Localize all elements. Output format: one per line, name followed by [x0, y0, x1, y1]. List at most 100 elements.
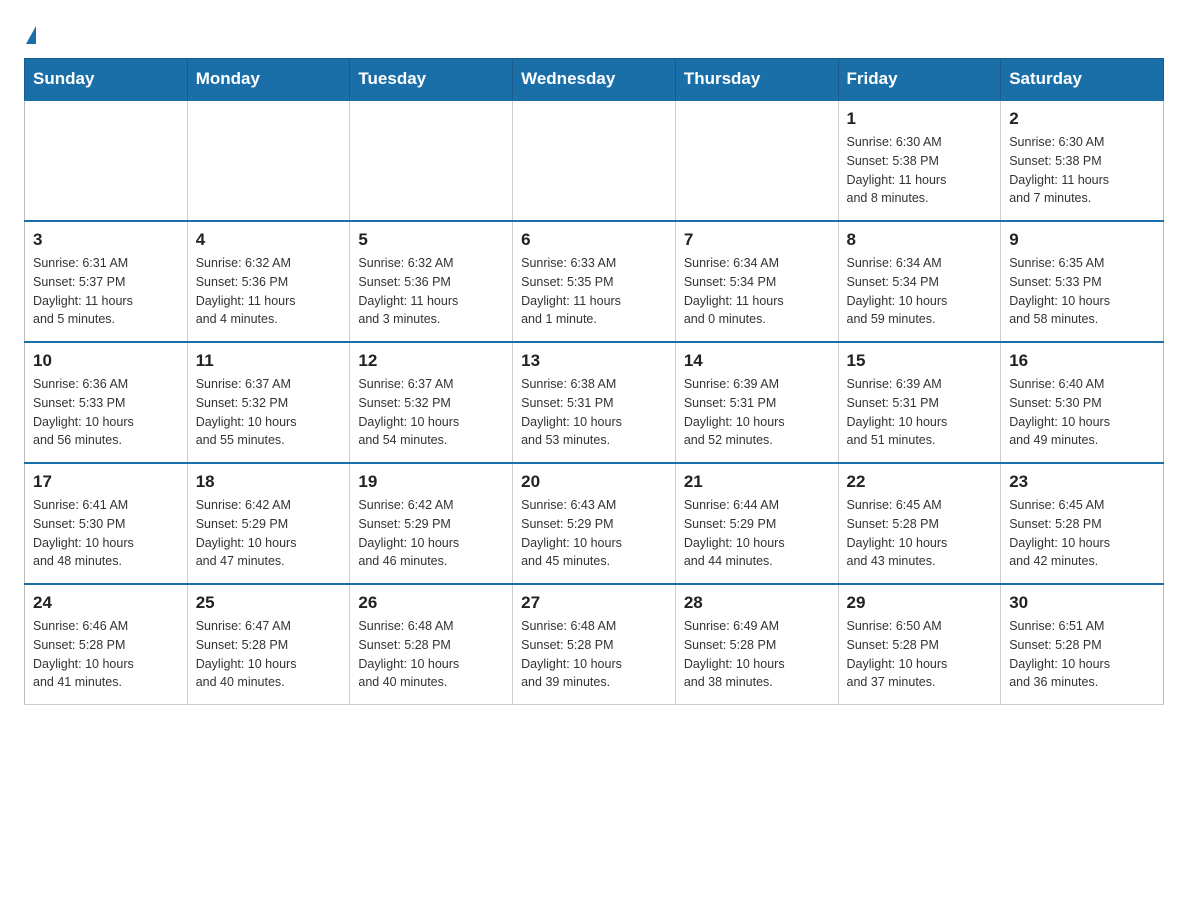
day-info: Sunrise: 6:48 AMSunset: 5:28 PMDaylight:… — [358, 617, 504, 692]
day-number: 6 — [521, 230, 667, 250]
cell-week3-day2: 12 Sunrise: 6:37 AMSunset: 5:32 PMDayligh… — [350, 342, 513, 463]
week-row-3: 10 Sunrise: 6:36 AMSunset: 5:33 PMDayligh… — [25, 342, 1164, 463]
day-number: 9 — [1009, 230, 1155, 250]
logo — [24, 24, 36, 42]
day-number: 20 — [521, 472, 667, 492]
day-number: 7 — [684, 230, 830, 250]
day-info: Sunrise: 6:32 AMSunset: 5:36 PMDaylight:… — [358, 254, 504, 329]
cell-week5-day2: 26 Sunrise: 6:48 AMSunset: 5:28 PMDayligh… — [350, 584, 513, 705]
cell-week2-day5: 8 Sunrise: 6:34 AMSunset: 5:34 PMDaylight… — [838, 221, 1001, 342]
cell-week1-day5: 1 Sunrise: 6:30 AMSunset: 5:38 PMDaylight… — [838, 100, 1001, 221]
day-number: 26 — [358, 593, 504, 613]
logo-triangle-icon — [26, 26, 36, 44]
cell-week1-day2 — [350, 100, 513, 221]
calendar-table: SundayMondayTuesdayWednesdayThursdayFrid… — [24, 58, 1164, 705]
day-info: Sunrise: 6:44 AMSunset: 5:29 PMDaylight:… — [684, 496, 830, 571]
day-info: Sunrise: 6:45 AMSunset: 5:28 PMDaylight:… — [1009, 496, 1155, 571]
cell-week3-day3: 13 Sunrise: 6:38 AMSunset: 5:31 PMDayligh… — [513, 342, 676, 463]
cell-week1-day3 — [513, 100, 676, 221]
day-number: 23 — [1009, 472, 1155, 492]
day-number: 10 — [33, 351, 179, 371]
day-number: 25 — [196, 593, 342, 613]
day-number: 12 — [358, 351, 504, 371]
day-info: Sunrise: 6:46 AMSunset: 5:28 PMDaylight:… — [33, 617, 179, 692]
day-info: Sunrise: 6:38 AMSunset: 5:31 PMDaylight:… — [521, 375, 667, 450]
day-info: Sunrise: 6:51 AMSunset: 5:28 PMDaylight:… — [1009, 617, 1155, 692]
cell-week2-day6: 9 Sunrise: 6:35 AMSunset: 5:33 PMDaylight… — [1001, 221, 1164, 342]
cell-week2-day2: 5 Sunrise: 6:32 AMSunset: 5:36 PMDaylight… — [350, 221, 513, 342]
day-info: Sunrise: 6:40 AMSunset: 5:30 PMDaylight:… — [1009, 375, 1155, 450]
day-info: Sunrise: 6:35 AMSunset: 5:33 PMDaylight:… — [1009, 254, 1155, 329]
cell-week3-day1: 11 Sunrise: 6:37 AMSunset: 5:32 PMDayligh… — [187, 342, 350, 463]
cell-week2-day4: 7 Sunrise: 6:34 AMSunset: 5:34 PMDaylight… — [675, 221, 838, 342]
cell-week5-day5: 29 Sunrise: 6:50 AMSunset: 5:28 PMDayligh… — [838, 584, 1001, 705]
header-sunday: Sunday — [25, 59, 188, 101]
day-number: 29 — [847, 593, 993, 613]
day-number: 28 — [684, 593, 830, 613]
cell-week1-day4 — [675, 100, 838, 221]
header-saturday: Saturday — [1001, 59, 1164, 101]
day-info: Sunrise: 6:48 AMSunset: 5:28 PMDaylight:… — [521, 617, 667, 692]
weekday-header-row: SundayMondayTuesdayWednesdayThursdayFrid… — [25, 59, 1164, 101]
day-info: Sunrise: 6:37 AMSunset: 5:32 PMDaylight:… — [358, 375, 504, 450]
day-number: 14 — [684, 351, 830, 371]
day-info: Sunrise: 6:30 AMSunset: 5:38 PMDaylight:… — [847, 133, 993, 208]
header-thursday: Thursday — [675, 59, 838, 101]
day-number: 2 — [1009, 109, 1155, 129]
day-info: Sunrise: 6:34 AMSunset: 5:34 PMDaylight:… — [684, 254, 830, 329]
day-info: Sunrise: 6:33 AMSunset: 5:35 PMDaylight:… — [521, 254, 667, 329]
cell-week4-day5: 22Sunrise: 6:45 AMSunset: 5:28 PMDayligh… — [838, 463, 1001, 584]
day-info: Sunrise: 6:39 AMSunset: 5:31 PMDaylight:… — [847, 375, 993, 450]
cell-week5-day6: 30 Sunrise: 6:51 AMSunset: 5:28 PMDayligh… — [1001, 584, 1164, 705]
week-row-5: 24 Sunrise: 6:46 AMSunset: 5:28 PMDayligh… — [25, 584, 1164, 705]
day-number: 24 — [33, 593, 179, 613]
day-number: 15 — [847, 351, 993, 371]
day-info: Sunrise: 6:41 AMSunset: 5:30 PMDaylight:… — [33, 496, 179, 571]
day-info: Sunrise: 6:42 AMSunset: 5:29 PMDaylight:… — [196, 496, 342, 571]
day-number: 3 — [33, 230, 179, 250]
day-info: Sunrise: 6:31 AMSunset: 5:37 PMDaylight:… — [33, 254, 179, 329]
day-number: 30 — [1009, 593, 1155, 613]
header-monday: Monday — [187, 59, 350, 101]
day-info: Sunrise: 6:30 AMSunset: 5:38 PMDaylight:… — [1009, 133, 1155, 208]
cell-week2-day3: 6 Sunrise: 6:33 AMSunset: 5:35 PMDaylight… — [513, 221, 676, 342]
day-number: 19 — [358, 472, 504, 492]
cell-week4-day6: 23 Sunrise: 6:45 AMSunset: 5:28 PMDayligh… — [1001, 463, 1164, 584]
day-number: 13 — [521, 351, 667, 371]
day-info: Sunrise: 6:50 AMSunset: 5:28 PMDaylight:… — [847, 617, 993, 692]
cell-week3-day5: 15 Sunrise: 6:39 AMSunset: 5:31 PMDayligh… — [838, 342, 1001, 463]
day-info: Sunrise: 6:49 AMSunset: 5:28 PMDaylight:… — [684, 617, 830, 692]
day-info: Sunrise: 6:37 AMSunset: 5:32 PMDaylight:… — [196, 375, 342, 450]
day-info: Sunrise: 6:34 AMSunset: 5:34 PMDaylight:… — [847, 254, 993, 329]
day-info: Sunrise: 6:47 AMSunset: 5:28 PMDaylight:… — [196, 617, 342, 692]
cell-week5-day3: 27Sunrise: 6:48 AMSunset: 5:28 PMDayligh… — [513, 584, 676, 705]
day-number: 18 — [196, 472, 342, 492]
day-number: 4 — [196, 230, 342, 250]
day-number: 8 — [847, 230, 993, 250]
cell-week5-day4: 28 Sunrise: 6:49 AMSunset: 5:28 PMDayligh… — [675, 584, 838, 705]
day-number: 1 — [847, 109, 993, 129]
day-info: Sunrise: 6:32 AMSunset: 5:36 PMDaylight:… — [196, 254, 342, 329]
day-info: Sunrise: 6:36 AMSunset: 5:33 PMDaylight:… — [33, 375, 179, 450]
cell-week4-day1: 18 Sunrise: 6:42 AMSunset: 5:29 PMDayligh… — [187, 463, 350, 584]
cell-week2-day0: 3 Sunrise: 6:31 AMSunset: 5:37 PMDaylight… — [25, 221, 188, 342]
day-number: 5 — [358, 230, 504, 250]
day-info: Sunrise: 6:43 AMSunset: 5:29 PMDaylight:… — [521, 496, 667, 571]
header-tuesday: Tuesday — [350, 59, 513, 101]
day-number: 16 — [1009, 351, 1155, 371]
week-row-2: 3 Sunrise: 6:31 AMSunset: 5:37 PMDaylight… — [25, 221, 1164, 342]
day-info: Sunrise: 6:39 AMSunset: 5:31 PMDaylight:… — [684, 375, 830, 450]
week-row-1: 1 Sunrise: 6:30 AMSunset: 5:38 PMDaylight… — [25, 100, 1164, 221]
cell-week5-day0: 24 Sunrise: 6:46 AMSunset: 5:28 PMDayligh… — [25, 584, 188, 705]
cell-week1-day6: 2 Sunrise: 6:30 AMSunset: 5:38 PMDaylight… — [1001, 100, 1164, 221]
cell-week4-day0: 17Sunrise: 6:41 AMSunset: 5:30 PMDayligh… — [25, 463, 188, 584]
cell-week2-day1: 4 Sunrise: 6:32 AMSunset: 5:36 PMDaylight… — [187, 221, 350, 342]
header-wednesday: Wednesday — [513, 59, 676, 101]
day-info: Sunrise: 6:45 AMSunset: 5:28 PMDaylight:… — [847, 496, 993, 571]
header-friday: Friday — [838, 59, 1001, 101]
day-number: 11 — [196, 351, 342, 371]
cell-week4-day3: 20 Sunrise: 6:43 AMSunset: 5:29 PMDayligh… — [513, 463, 676, 584]
day-number: 21 — [684, 472, 830, 492]
week-row-4: 17Sunrise: 6:41 AMSunset: 5:30 PMDayligh… — [25, 463, 1164, 584]
cell-week4-day4: 21 Sunrise: 6:44 AMSunset: 5:29 PMDayligh… — [675, 463, 838, 584]
